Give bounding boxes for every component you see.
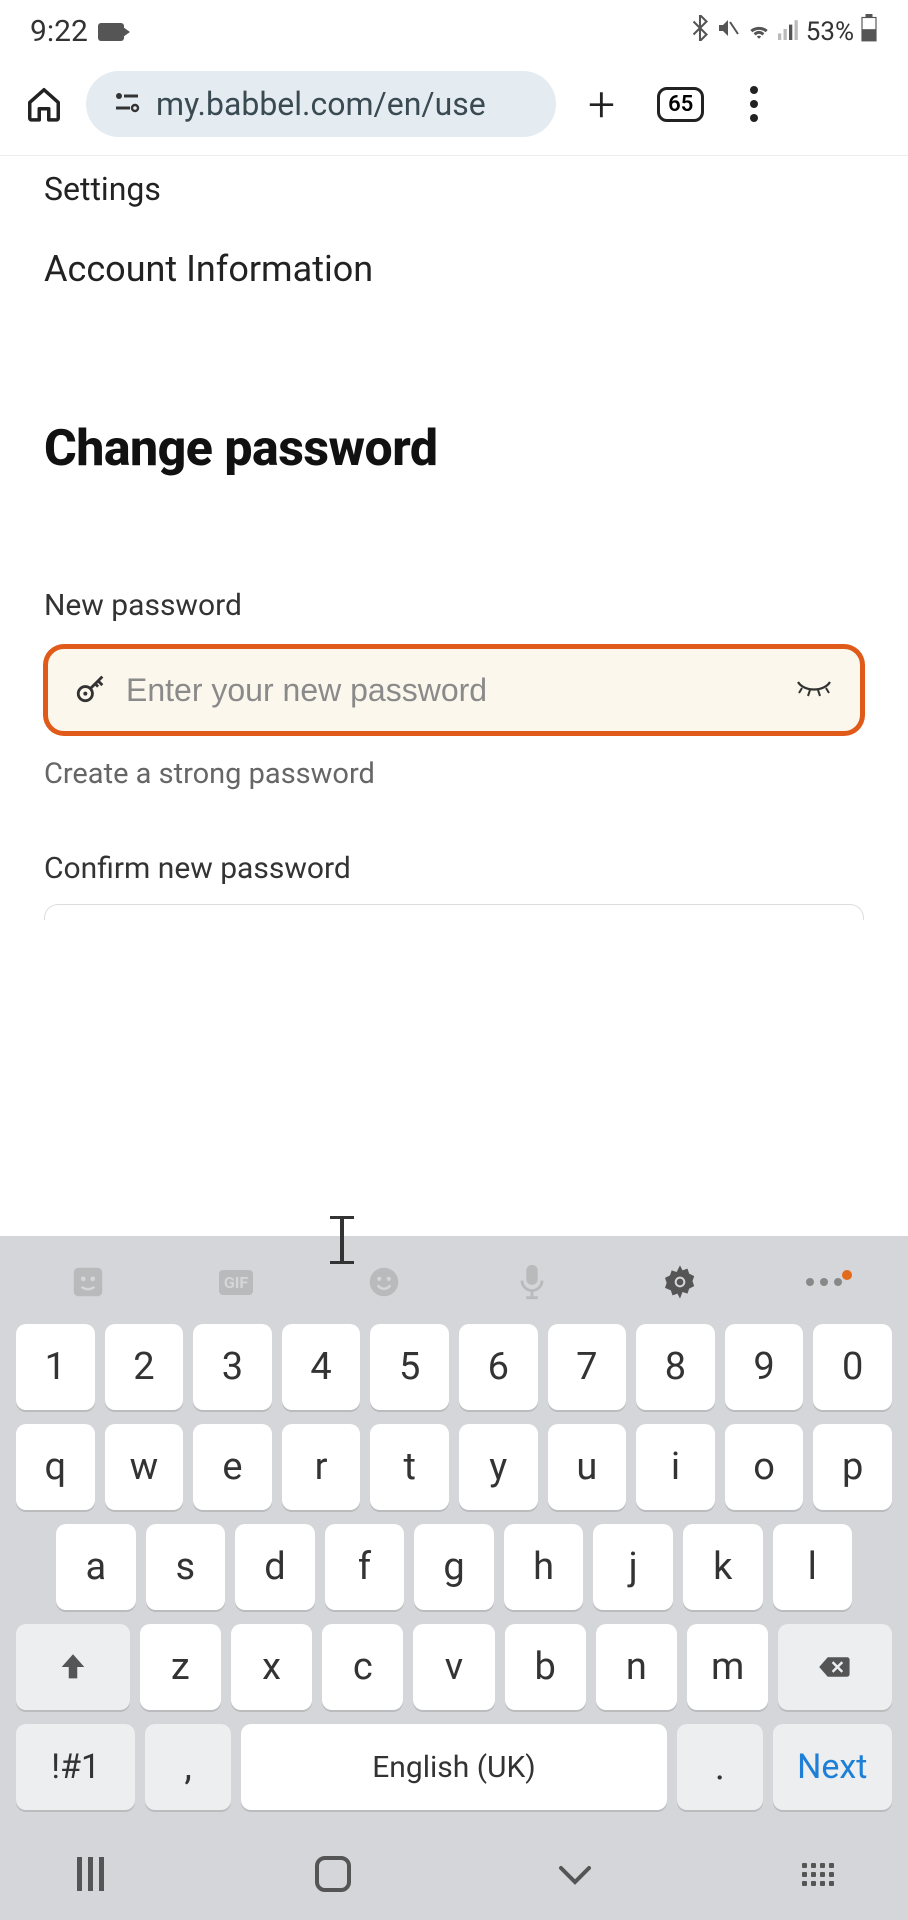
key-w[interactable]: w [105,1424,184,1510]
key-i[interactable]: i [636,1424,715,1510]
key-comma[interactable]: , [145,1724,230,1810]
address-bar[interactable]: my.babbel.com/en/use [86,71,556,137]
key-space[interactable]: English (UK) [241,1724,668,1810]
keyboard-row-asdf: a s d f g h j k l [16,1524,892,1610]
gif-icon[interactable]: GIF [214,1260,258,1304]
key-l[interactable]: l [773,1524,853,1610]
nav-home-button[interactable] [303,1854,363,1894]
camera-icon [98,23,124,41]
keyboard-toolbar: GIF [0,1250,908,1324]
nav-keyboard-switch-button[interactable] [788,1854,848,1894]
key-b[interactable]: b [505,1624,586,1710]
keyboard-more-icon[interactable] [806,1278,842,1286]
key-d[interactable]: d [235,1524,315,1610]
battery-icon [860,14,878,49]
key-1[interactable]: 1 [16,1324,95,1410]
status-time: 9:22 [30,14,88,49]
key-backspace[interactable] [778,1624,892,1710]
breadcrumb-settings[interactable]: Settings [44,170,864,208]
key-6[interactable]: 6 [459,1324,538,1410]
key-icon [74,671,108,709]
bluetooth-icon [690,15,710,48]
key-q[interactable]: q [16,1424,95,1510]
key-r[interactable]: r [282,1424,361,1510]
key-c[interactable]: c [322,1624,403,1710]
browser-toolbar: my.babbel.com/en/use + 65 [0,59,908,156]
signal-icon [778,17,800,47]
new-password-label: New password [44,588,864,623]
wifi-icon [746,17,772,47]
new-tab-button[interactable]: + [588,76,615,133]
key-2[interactable]: 2 [105,1324,184,1410]
key-p[interactable]: p [813,1424,892,1510]
nav-back-button[interactable] [545,1854,605,1894]
key-5[interactable]: 5 [370,1324,449,1410]
browser-menu-button[interactable] [750,86,758,122]
tab-switcher-button[interactable]: 65 [657,87,704,122]
key-o[interactable]: o [725,1424,804,1510]
key-shift[interactable] [16,1624,130,1710]
key-n[interactable]: n [596,1624,677,1710]
keyboard-row-numbers: 1 2 3 4 5 6 7 8 9 0 [16,1324,892,1410]
key-g[interactable]: g [414,1524,494,1610]
page-content: Settings Account Information Change pass… [0,156,908,920]
mute-vibrate-icon [716,16,740,47]
key-f[interactable]: f [325,1524,405,1610]
password-hint: Create a strong password [44,757,864,791]
key-k[interactable]: k [683,1524,763,1610]
key-next[interactable]: Next [773,1724,892,1810]
key-h[interactable]: h [504,1524,584,1610]
new-password-field[interactable] [44,645,864,735]
key-j[interactable]: j [593,1524,673,1610]
confirm-password-field-partial[interactable] [44,904,864,920]
battery-percent: 53% [806,17,854,47]
site-settings-icon [112,89,142,119]
new-password-input[interactable] [126,672,776,709]
key-v[interactable]: v [413,1624,494,1710]
key-z[interactable]: z [140,1624,221,1710]
key-s[interactable]: s [146,1524,226,1610]
key-4[interactable]: 4 [282,1324,361,1410]
confirm-password-label: Confirm new password [44,851,864,886]
url-text: my.babbel.com/en/use [156,85,486,123]
key-period[interactable]: . [677,1724,762,1810]
key-x[interactable]: x [231,1624,312,1710]
key-u[interactable]: u [548,1424,627,1510]
key-7[interactable]: 7 [548,1324,627,1410]
emoji-icon[interactable] [362,1260,406,1304]
system-nav-bar [0,1836,908,1920]
browser-home-button[interactable] [24,84,64,124]
keyboard-row-bottom: !#1 , English (UK) . Next [16,1724,892,1810]
voice-input-icon[interactable] [510,1260,554,1304]
nav-recents-button[interactable] [60,1854,120,1894]
key-0[interactable]: 0 [813,1324,892,1410]
page-title: Change password [44,420,864,478]
key-symbols[interactable]: !#1 [16,1724,135,1810]
sticker-icon[interactable] [66,1260,110,1304]
key-e[interactable]: e [193,1424,272,1510]
breadcrumb-account-info[interactable]: Account Information [44,248,864,290]
status-bar: 9:22 53% [0,0,908,59]
key-3[interactable]: 3 [193,1324,272,1410]
key-m[interactable]: m [687,1624,768,1710]
keyboard-settings-icon[interactable] [658,1260,702,1304]
key-a[interactable]: a [56,1524,136,1610]
keyboard-row-qwerty: q w e r t y u i o p [16,1424,892,1510]
soft-keyboard: GIF 1 2 3 4 5 6 7 8 9 0 q w e r [0,1236,908,1920]
show-password-icon[interactable] [794,676,834,704]
key-y[interactable]: y [459,1424,538,1510]
key-t[interactable]: t [370,1424,449,1510]
keyboard-row-zxcv: z x c v b n m [16,1624,892,1710]
key-9[interactable]: 9 [725,1324,804,1410]
key-8[interactable]: 8 [636,1324,715,1410]
